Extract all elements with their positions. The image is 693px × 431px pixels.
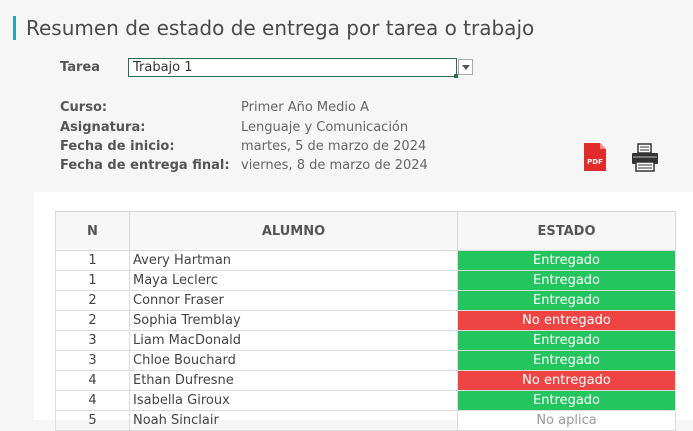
row-number: 1 — [55, 250, 130, 271]
table-row: 5 Noah Sinclair No aplica — [55, 410, 676, 431]
column-header-estado: ESTADO — [457, 211, 676, 251]
student-name: Chloe Bouchard — [129, 350, 458, 371]
column-header-alumno: ALUMNO — [129, 211, 458, 251]
status-cell: No aplica — [457, 410, 676, 431]
status-cell: No entregado — [457, 370, 676, 391]
status-cell: Entregado — [457, 250, 676, 271]
page-title: Resumen de estado de entrega por tarea o… — [26, 16, 535, 40]
title-accent-bar — [13, 16, 16, 40]
fecha-entrega-label: Fecha de entrega final: — [60, 158, 230, 173]
status-cell: Entregado — [457, 270, 676, 291]
student-name: Liam MacDonald — [129, 330, 458, 351]
row-number: 3 — [55, 330, 130, 351]
curso-label: Curso: — [60, 100, 108, 115]
table-row: 1 Maya Leclerc Entregado — [55, 270, 676, 291]
column-header-n: N — [55, 211, 130, 251]
pdf-icon[interactable]: PDF — [583, 142, 607, 172]
row-number: 5 — [55, 410, 130, 431]
pdf-icon-text: PDF — [587, 158, 603, 166]
table-row: 2 Connor Fraser Entregado — [55, 290, 676, 311]
asignatura-label: Asignatura: — [60, 120, 146, 135]
printer-icon[interactable] — [630, 142, 660, 172]
status-cell: Entregado — [457, 390, 676, 411]
status-table: N ALUMNO ESTADO 1 Avery Hartman Entregado 1… — [55, 211, 676, 431]
fecha-inicio-label: Fecha de inicio: — [60, 139, 175, 154]
fecha-entrega-value: viernes, 8 de marzo de 2024 — [241, 158, 428, 173]
row-number: 4 — [55, 370, 130, 391]
status-cell: Entregado — [457, 330, 676, 351]
tarea-label: Tarea — [60, 60, 100, 75]
asignatura-value: Lenguaje y Comunicación — [241, 120, 409, 135]
row-number: 1 — [55, 270, 130, 291]
tarea-select[interactable]: Trabajo 1 — [128, 58, 457, 77]
status-cell: Entregado — [457, 290, 676, 311]
student-name: Avery Hartman — [129, 250, 458, 271]
row-number: 4 — [55, 390, 130, 411]
fecha-inicio-value: martes, 5 de marzo de 2024 — [241, 139, 427, 154]
curso-value: Primer Año Medio A — [241, 100, 369, 115]
table-row: 1 Avery Hartman Entregado — [55, 250, 676, 271]
row-number: 2 — [55, 290, 130, 311]
student-name: Connor Fraser — [129, 290, 458, 311]
table-row: 4 Isabella Giroux Entregado — [55, 390, 676, 411]
student-name: Isabella Giroux — [129, 390, 458, 411]
row-number: 2 — [55, 310, 130, 331]
student-name: Noah Sinclair — [129, 410, 458, 431]
table-row: 4 Ethan Dufresne No entregado — [55, 370, 676, 391]
table-row: 2 Sophia Tremblay No entregado — [55, 310, 676, 331]
row-number: 3 — [55, 350, 130, 371]
chevron-down-icon[interactable] — [458, 59, 473, 75]
table-row: 3 Liam MacDonald Entregado — [55, 330, 676, 351]
table-header-row: N ALUMNO ESTADO — [55, 211, 676, 251]
status-cell: No entregado — [457, 310, 676, 331]
student-name: Ethan Dufresne — [129, 370, 458, 391]
student-name: Sophia Tremblay — [129, 310, 458, 331]
student-name: Maya Leclerc — [129, 270, 458, 291]
table-row: 3 Chloe Bouchard Entregado — [55, 350, 676, 371]
status-cell: Entregado — [457, 350, 676, 371]
